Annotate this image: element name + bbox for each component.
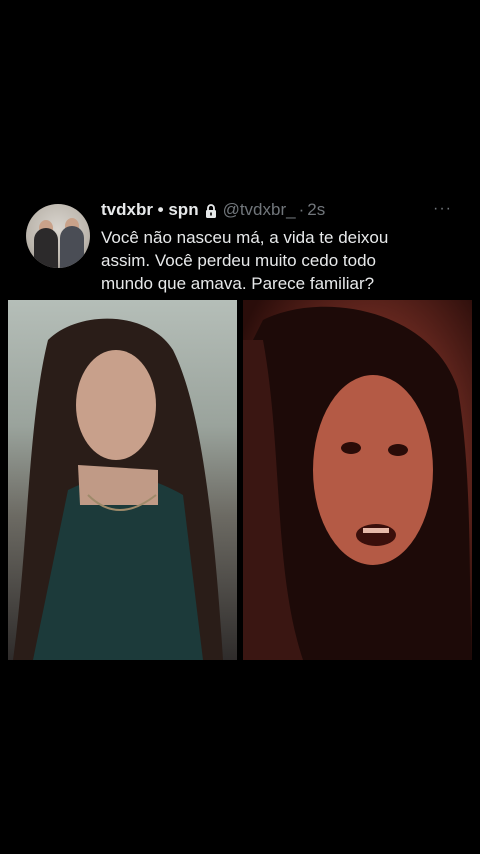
tweet-text: Você não nasceu má, a vida te deixou ass… [101,228,389,293]
separator: · [298,200,305,219]
handle[interactable]: @tvdxbr_ [223,200,296,220]
avatar[interactable] [26,204,90,268]
more-icon[interactable]: ··· [433,200,452,218]
media-photo-left[interactable] [8,300,237,660]
tweet-media[interactable] [8,300,472,660]
timestamp[interactable]: 2s [307,200,325,220]
media-photo-right[interactable] [243,300,472,660]
display-name[interactable]: tvdxbr • spn [101,200,199,220]
tweet-header: tvdxbr • spn @tvdxbr_ · 2s [101,200,325,220]
lock-icon [205,203,217,218]
